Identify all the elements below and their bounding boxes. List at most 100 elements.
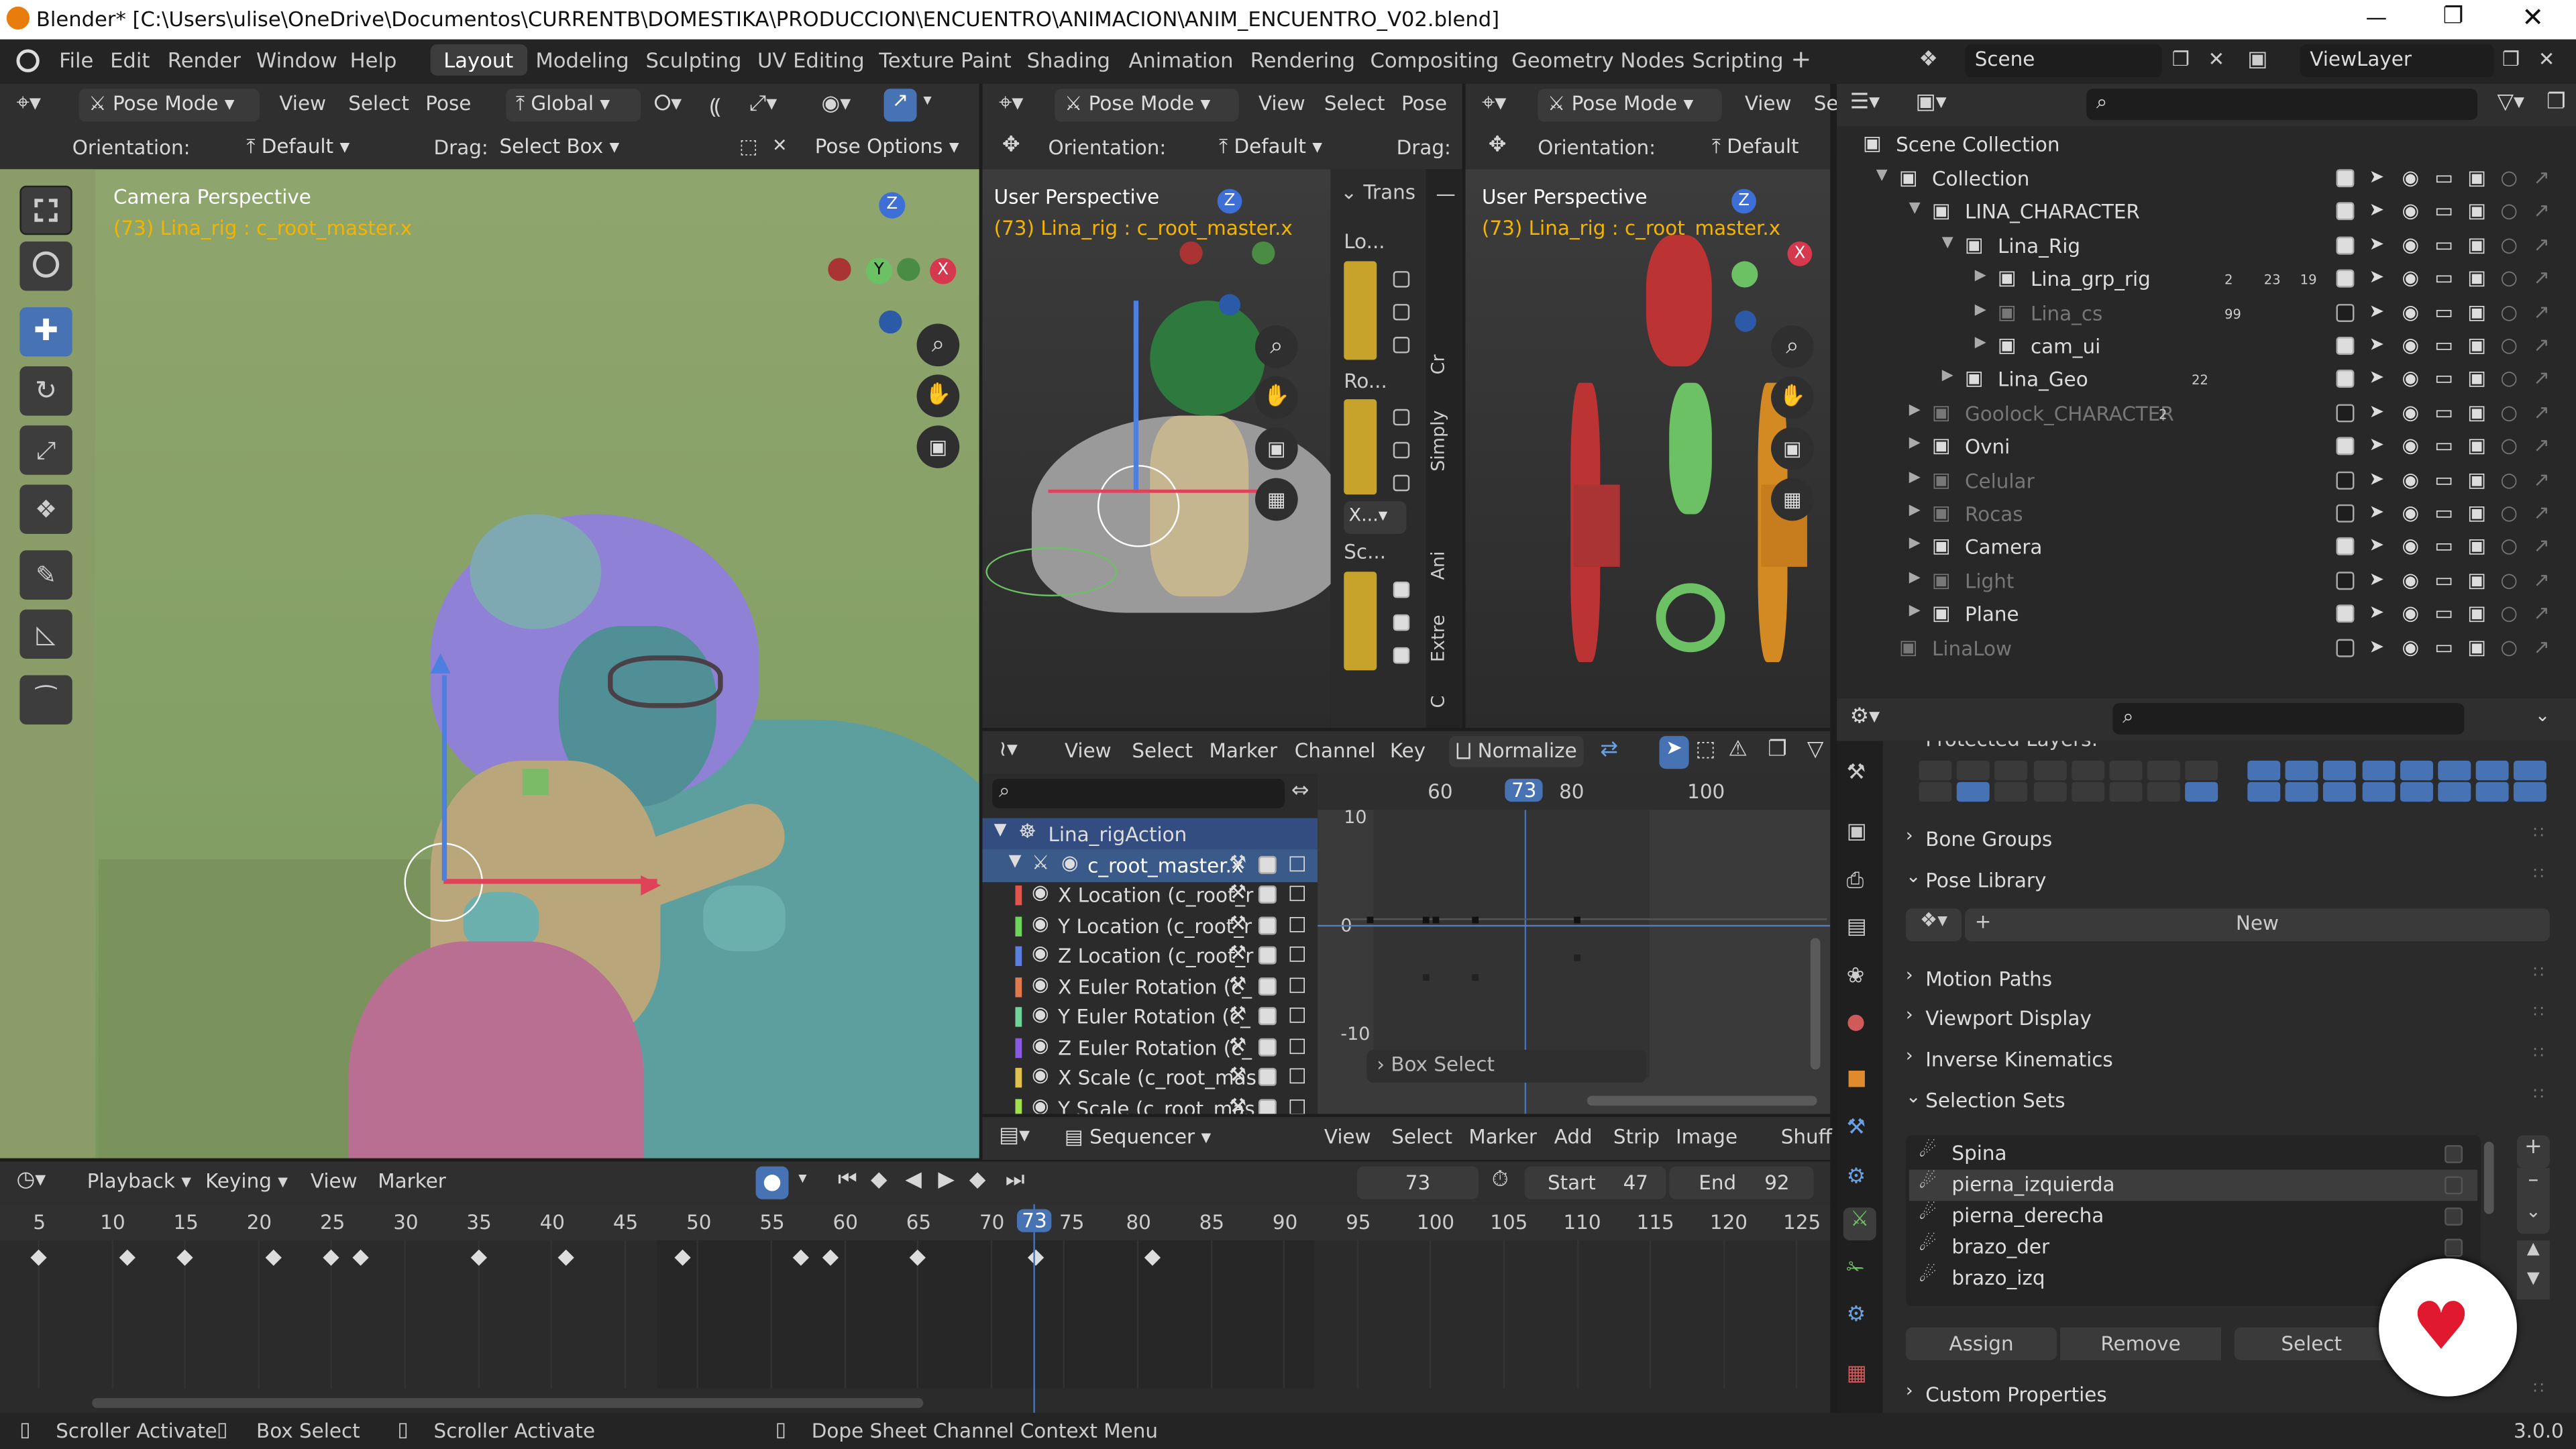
outliner-row[interactable]: ▶ ▣ Lina_cs 99 ➤ ◉ ▭ ▣ ○ ↗ [1837, 297, 2576, 329]
menu-window[interactable]: Window [256, 48, 337, 72]
exclude-checkbox[interactable] [2336, 303, 2355, 322]
mode-dropdown-3[interactable]: ⚔ Pose Mode ▾ [1538, 89, 1722, 122]
keyframe-point[interactable] [1574, 954, 1580, 961]
holdout-icon[interactable]: ○ [2500, 333, 2518, 356]
channel-row[interactable]: ◉ Z Euler Rotation (c_ ⚒ □ [983, 1032, 1318, 1062]
scene-field[interactable]: Scene [1965, 44, 2162, 78]
transform-tool-icon[interactable]: ❖ [19, 484, 72, 534]
transform-orientation-dropdown[interactable]: ⤒ Global ▾ [506, 89, 641, 122]
properties-options-icon[interactable]: ⌄ [2535, 705, 2551, 727]
channel-row[interactable]: ◉ X Location (c_root_r ⚒ □ [983, 881, 1318, 910]
layer-toggle[interactable] [2514, 760, 2547, 781]
eye-icon[interactable]: ◉ [2402, 333, 2419, 356]
pan-hand-icon-2[interactable]: ✋ [1255, 376, 1298, 419]
indirect-only-icon[interactable]: ↗ [2533, 166, 2550, 189]
grid-view-icon-2[interactable]: ▦ [1255, 478, 1298, 521]
holdout-icon[interactable]: ○ [2500, 635, 2518, 658]
layer-toggle[interactable] [2186, 760, 2219, 781]
expand-arrow-icon[interactable]: ▶ [1942, 369, 1953, 385]
normalize-toggle[interactable]: ⨆ Normalize [1449, 736, 1584, 767]
holdout-icon[interactable]: ○ [2500, 300, 2518, 323]
move-down-icon[interactable]: ▼ [2516, 1270, 2550, 1300]
channel-row[interactable]: ◉ Z Location (c_root_r ⚒ □ [983, 941, 1318, 971]
graph-menu-marker[interactable]: Marker [1209, 739, 1277, 762]
holdout-icon[interactable]: ○ [2500, 434, 2518, 457]
current-frame-badge[interactable]: 73 [1505, 778, 1544, 802]
menu-help[interactable]: Help [350, 48, 397, 72]
select-arrow-icon[interactable]: ➤ [2369, 501, 2384, 523]
eye-icon[interactable]: ◉ [2402, 367, 2419, 390]
world-tab-icon[interactable]: ● [1847, 1010, 1866, 1035]
exclude-checkbox[interactable] [2336, 236, 2355, 255]
next-keyframe-icon[interactable]: ◆ [969, 1168, 985, 1193]
wrench-icon[interactable]: ⚒ [1229, 1032, 1246, 1055]
timeline-keyframe[interactable] [557, 1249, 575, 1266]
select-arrow-icon[interactable]: ➤ [2369, 635, 2384, 657]
visibility-icon[interactable]: ◉▾ [822, 92, 851, 117]
layer-toggle[interactable] [2438, 760, 2471, 781]
maximize-button[interactable]: ❐ [2443, 3, 2464, 30]
texture-tab-icon[interactable]: ▦ [1847, 1362, 1867, 1387]
render-tab-icon[interactable]: ▣ [1847, 820, 1867, 845]
eye-icon[interactable]: ◉ [1032, 1032, 1049, 1055]
layer-toggle[interactable] [2323, 782, 2357, 802]
select-button[interactable]: Select [2234, 1327, 2389, 1360]
select-arrow-icon[interactable]: ➤ [2369, 400, 2384, 422]
indirect-only-icon[interactable]: ↗ [2533, 300, 2550, 323]
lock-icon[interactable]: □ [1288, 1093, 1307, 1114]
select-arrow-icon[interactable]: ➤ [2369, 333, 2384, 355]
timeline-hscroll[interactable] [92, 1398, 924, 1408]
layer-toggle[interactable] [2323, 760, 2357, 781]
wrench-icon[interactable]: ⚒ [1229, 851, 1246, 874]
vp-menu-pose[interactable]: Pose [425, 92, 471, 115]
expand-arrow-icon[interactable]: ▼ [1909, 201, 1921, 217]
copy-view-layer-icon[interactable]: ❐ [2502, 48, 2520, 70]
select-arrow-icon[interactable]: ➤ [2369, 468, 2384, 489]
new-pose-library-button[interactable]: + New [1965, 908, 2550, 942]
layer-toggle[interactable] [2400, 760, 2433, 781]
monitor-icon[interactable]: ▭ [2434, 333, 2453, 356]
assign-button[interactable]: Assign [1905, 1327, 2057, 1360]
exclude-checkbox[interactable] [2336, 270, 2355, 288]
selection-set-checkbox[interactable] [2445, 1238, 2463, 1257]
eye-icon[interactable]: ◉ [2402, 535, 2419, 557]
select-arrow-icon[interactable]: ➤ [2369, 266, 2384, 288]
view-layer-icon[interactable]: ▣ [2247, 48, 2267, 72]
pivot-icon[interactable]: ⭘▾ [654, 92, 682, 117]
scene-icon[interactable]: ❖ [1919, 48, 1938, 72]
armature-tab-icon[interactable]: ⚔ [1843, 1208, 1876, 1240]
drag-handle-icon[interactable]: ∷ [2533, 1004, 2544, 1022]
indirect-only-icon[interactable]: ↗ [2533, 434, 2550, 457]
lock-icon[interactable] [1393, 441, 1410, 459]
action-row[interactable]: ▼ ☸ Lina_rigAction [982, 818, 1318, 851]
eye-icon[interactable]: ◉ [1032, 1002, 1049, 1025]
constraint-tab-icon[interactable]: ⚙ [1847, 1165, 1866, 1189]
camera-render-icon[interactable]: ▣ [2467, 434, 2486, 457]
selection-set-checkbox[interactable] [2445, 1144, 2463, 1163]
timeline-playhead-badge[interactable]: 73 [1016, 1209, 1053, 1232]
timeline-keyframe[interactable] [118, 1249, 135, 1266]
sequencer-dropdown[interactable]: ▤ Sequencer ▾ [1055, 1122, 1305, 1155]
indirect-only-icon[interactable]: ↗ [2533, 501, 2550, 524]
rotation-fields[interactable] [1344, 399, 1377, 495]
expand-arrow-icon[interactable]: ▶ [1909, 570, 1921, 586]
lock-icon[interactable]: □ [1288, 881, 1307, 904]
remove-set-icon[interactable]: – [2516, 1168, 2550, 1201]
eye-icon[interactable]: ◉ [2402, 233, 2419, 256]
gizmo-y-axis[interactable] [441, 675, 447, 881]
nav-gizmo-3[interactable]: Z X [1679, 186, 1813, 333]
keying-dropdown-icon[interactable]: ▾ [798, 1170, 806, 1188]
new-collection-icon[interactable]: ❐ [2546, 91, 2566, 115]
tool-tab-icon[interactable]: ⚒ [1847, 761, 1866, 786]
eye-icon[interactable]: ◉ [2402, 400, 2419, 423]
orientation-dropdown-2[interactable]: ⤒ Default ▾ [1209, 131, 1374, 164]
object-tab-icon[interactable]: ■ [1847, 1066, 1867, 1091]
channel-checkbox[interactable] [1258, 885, 1277, 904]
eye-icon[interactable]: ◉ [1061, 851, 1079, 874]
eye-icon[interactable]: ◉ [1032, 972, 1049, 995]
holdout-icon[interactable]: ○ [2500, 233, 2518, 256]
lock-icon[interactable]: □ [1288, 851, 1307, 874]
drag-handle-icon[interactable]: ∷ [2533, 866, 2544, 884]
gizmo-axis-up-2[interactable] [1133, 301, 1139, 490]
eye-icon[interactable]: ◉ [2402, 300, 2419, 323]
